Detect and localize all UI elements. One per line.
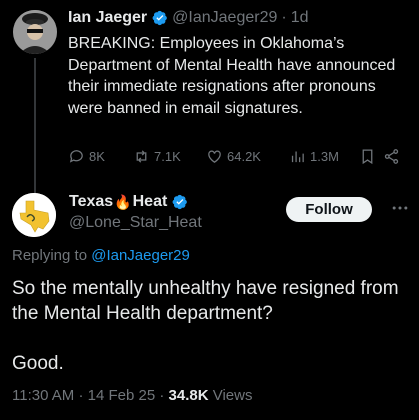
- share-icon: [384, 149, 399, 164]
- author-name[interactable]: Ian Jaeger: [68, 9, 147, 27]
- texas-flag-avatar-icon: [12, 193, 56, 237]
- author-handle[interactable]: @IanJaeger29: [172, 9, 277, 27]
- replying-to-handle-link[interactable]: @IanJaeger29: [91, 247, 190, 264]
- tweet2-line1: So the mentally unhealthy have resigned …: [12, 278, 399, 324]
- tweet-time[interactable]: 1d: [291, 9, 309, 27]
- author-name-heat[interactable]: Heat: [133, 193, 168, 211]
- like-count: 64.2K: [227, 149, 261, 164]
- ian-jaeger-avatar[interactable]: [13, 10, 57, 54]
- verified-badge-icon: [172, 194, 188, 210]
- tweet1-body: BREAKING: Employees in Oklahoma’s Depart…: [68, 35, 396, 117]
- more-icon[interactable]: [390, 198, 410, 218]
- repost-icon: [136, 150, 147, 163]
- follow-button[interactable]: Follow: [286, 197, 372, 222]
- views-button[interactable]: 1.3M: [289, 148, 359, 165]
- tweet2-time[interactable]: 11:30 AM: [12, 387, 74, 404]
- bookmark-icon: [362, 149, 373, 165]
- avatar-portrait-icon: [13, 10, 57, 54]
- meta-dot: ·: [159, 387, 165, 404]
- reply-button[interactable]: 8K: [68, 148, 133, 165]
- texas-heat-avatar[interactable]: [12, 193, 56, 237]
- tweet1-actions: 8K 7.1K 64.2K 1.3M: [68, 148, 408, 165]
- tweet2-views-label: Views: [212, 387, 253, 404]
- views-count: 1.3M: [310, 149, 339, 164]
- views-icon: [291, 151, 304, 163]
- replying-to: Replying to @IanJaeger29: [12, 247, 190, 264]
- tweet1-header: Ian Jaeger @IanJaeger29 · 1d: [68, 9, 308, 27]
- reply-icon: [69, 150, 83, 163]
- repost-count: 7.1K: [154, 149, 181, 164]
- share-button[interactable]: [383, 148, 403, 165]
- bookmark-button[interactable]: [359, 148, 383, 165]
- author-handle-texas[interactable]: @Lone_Star_Heat: [69, 214, 202, 232]
- tweet2-body: So the mentally unhealthy have resigned …: [12, 276, 407, 401]
- like-icon: [208, 150, 221, 163]
- separator-dot: ·: [281, 9, 287, 26]
- like-button[interactable]: 64.2K: [206, 148, 289, 165]
- replying-to-prefix: Replying to: [12, 247, 88, 264]
- tweet2-meta: 11:30 AM · 14 Feb 25 · 34.8K Views: [12, 387, 252, 404]
- tweet2-date[interactable]: 14 Feb 25: [88, 387, 156, 404]
- reply-count: 8K: [89, 149, 105, 164]
- tweet2-views-count: 34.8K: [168, 387, 209, 404]
- thread-connector-line: [34, 58, 36, 195]
- repost-button[interactable]: 7.1K: [133, 148, 206, 165]
- tweet2-line2: Good.: [12, 353, 64, 374]
- author-name-texas[interactable]: Texas: [69, 193, 113, 211]
- fire-emoji-icon: 🔥: [114, 193, 132, 210]
- tweet2-header: Texas 🔥 Heat: [69, 193, 192, 211]
- meta-dot: ·: [78, 387, 84, 404]
- verified-badge-icon: [152, 10, 167, 26]
